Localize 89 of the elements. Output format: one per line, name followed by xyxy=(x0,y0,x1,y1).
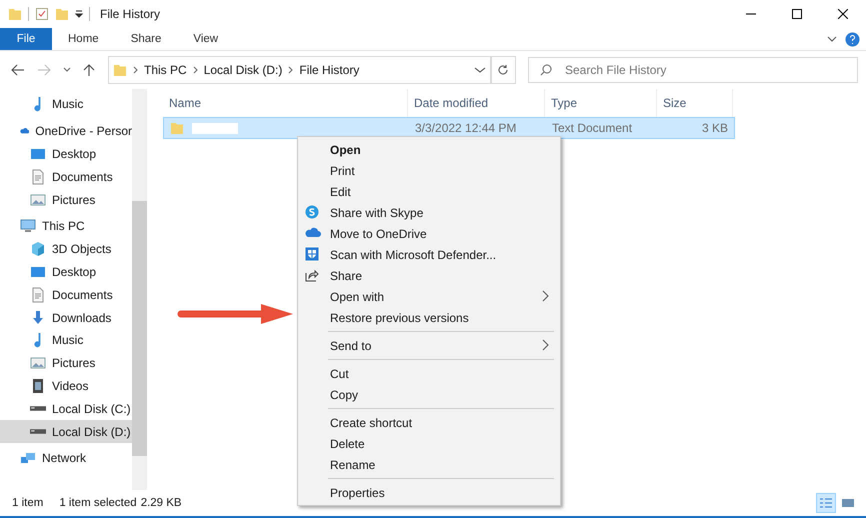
sidebar-item[interactable]: Documents xyxy=(0,283,132,306)
dropdown-icon[interactable] xyxy=(75,10,83,18)
menu-item[interactable]: Open xyxy=(298,139,560,160)
sidebar-item[interactable]: Pictures xyxy=(0,188,132,211)
menu-item[interactable]: Share xyxy=(298,265,560,286)
chevron-icon xyxy=(133,66,138,74)
sidebar-item[interactable]: Local Disk (D:) xyxy=(0,420,132,443)
computer-icon xyxy=(20,218,36,234)
selection-status: 1 item selected xyxy=(59,497,137,509)
sidebar-item[interactable]: Desktop xyxy=(0,142,132,166)
expand-ribbon-icon[interactable] xyxy=(827,35,837,43)
ribbon-tab[interactable]: View xyxy=(177,28,234,50)
menu-item[interactable]: Scan with Microsoft Defender... xyxy=(298,244,560,265)
document-icon xyxy=(30,286,46,303)
back-arrow-icon xyxy=(11,64,25,76)
sidebar-item[interactable]: Local Disk (C:) xyxy=(0,397,132,420)
folder-icon xyxy=(113,63,127,77)
sidebar-item[interactable]: Network xyxy=(0,446,132,470)
chevron-icon xyxy=(192,66,198,74)
menu-item[interactable]: Cut xyxy=(298,363,560,384)
size-cell-text: 3 KB xyxy=(700,121,729,135)
menu-item[interactable]: Share with Skype xyxy=(298,202,560,223)
drive-icon xyxy=(30,406,46,412)
ribbon-tab[interactable]: Home xyxy=(52,28,115,50)
menu-item[interactable]: Edit xyxy=(298,181,560,202)
refresh-icon xyxy=(497,64,510,76)
cloud-icon xyxy=(305,226,321,238)
menu-item[interactable]: Move to OneDrive xyxy=(298,223,560,244)
sidebar-item[interactable]: Desktop xyxy=(0,260,132,284)
music-note-icon xyxy=(34,332,42,348)
menu-item[interactable]: Open with xyxy=(298,286,560,307)
sidebar-item[interactable]: Downloads xyxy=(0,306,132,329)
search-icon xyxy=(540,64,552,76)
breadcrumb[interactable]: File History xyxy=(299,63,360,77)
menu-item[interactable]: Copy xyxy=(298,384,560,405)
maximize-icon xyxy=(792,9,802,19)
sidebar-item[interactable]: Music xyxy=(0,328,132,352)
date-cell-text: 3/3/2022 12:44 PM xyxy=(414,121,518,135)
music-note-icon xyxy=(34,96,42,112)
sidebar-item[interactable]: Pictures xyxy=(0,352,132,375)
sidebar-item[interactable]: This PC xyxy=(0,214,132,238)
item-count: 1 item xyxy=(12,497,44,509)
selection-size: 2.29 KB xyxy=(140,497,182,509)
defender-icon xyxy=(305,247,319,261)
search-field[interactable]: Search File History xyxy=(528,57,858,83)
sidebar-item[interactable]: Documents xyxy=(0,165,132,188)
sidebar-item[interactable]: OneDrive - Persor xyxy=(0,120,132,143)
file-icon xyxy=(170,121,184,135)
sidebar-item[interactable]: Videos xyxy=(0,374,132,398)
help-icon[interactable] xyxy=(845,32,860,46)
menu-item[interactable]: Print xyxy=(298,160,560,181)
forward-arrow-icon xyxy=(37,64,51,76)
sidebar-item[interactable]: Music xyxy=(0,93,132,116)
folder-icon xyxy=(8,7,22,21)
address-bar[interactable]: This PC Local Disk (D:) File History xyxy=(108,56,491,84)
share-icon xyxy=(305,268,319,282)
picture-icon xyxy=(30,192,46,208)
up-arrow-icon xyxy=(83,63,95,77)
properties-icon[interactable] xyxy=(35,7,49,21)
menu-item[interactable]: Create shortcut xyxy=(298,412,560,433)
refresh-button[interactable] xyxy=(490,56,516,84)
sidebar-item[interactable]: 3D Objects xyxy=(0,238,132,261)
menu-item[interactable]: Send to xyxy=(298,335,560,356)
menu-item[interactable]: Delete xyxy=(298,433,560,454)
chevron-icon xyxy=(288,66,294,74)
scrollbar[interactable] xyxy=(132,89,147,490)
ribbon-tab[interactable]: File xyxy=(0,28,52,50)
download-arrow-icon xyxy=(30,310,46,326)
new-folder-icon xyxy=(55,7,69,21)
menu-item[interactable]: Rename xyxy=(298,454,560,475)
drive-icon xyxy=(30,429,46,434)
file-row[interactable]: 3/3/2022 12:44 PM Text Document 3 KB xyxy=(163,117,735,139)
cube-icon xyxy=(30,241,46,258)
large-icons-view-icon xyxy=(841,497,855,509)
caret-icon xyxy=(63,67,71,73)
film-icon xyxy=(30,378,46,394)
type-cell-text: Text Document xyxy=(551,121,634,135)
close-icon xyxy=(838,9,848,19)
breadcrumb[interactable]: Local Disk (D:) xyxy=(204,63,282,77)
ribbon-tab[interactable]: Share xyxy=(114,28,178,50)
details-view-icon xyxy=(819,497,833,509)
breadcrumb[interactable]: This PC xyxy=(144,63,187,77)
document-icon xyxy=(30,168,46,185)
window-title: File History xyxy=(100,7,160,21)
details-view-button[interactable] xyxy=(816,493,836,513)
menu-item[interactable]: Restore previous versions xyxy=(298,307,560,328)
skype-icon xyxy=(305,205,319,219)
picture-icon xyxy=(30,355,46,372)
menu-item[interactable]: Properties xyxy=(298,482,560,503)
